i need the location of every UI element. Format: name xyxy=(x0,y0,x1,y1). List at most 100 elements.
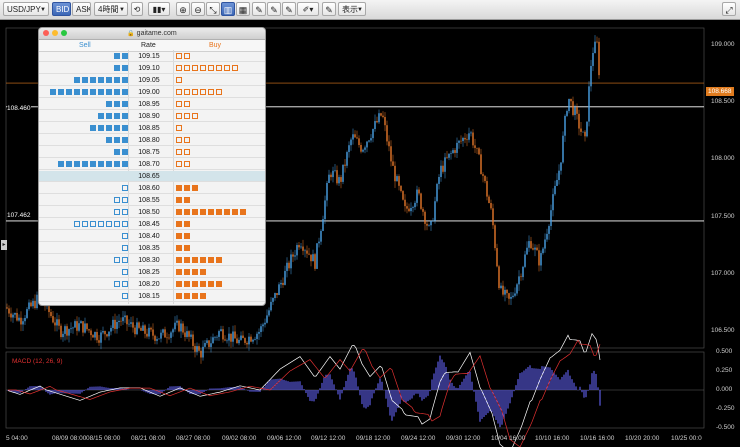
zoom-out-icon[interactable]: ⊖ xyxy=(191,2,205,16)
rate-value: 108.95 xyxy=(138,101,160,108)
sell-order-block xyxy=(122,293,128,299)
candle-body xyxy=(382,115,384,117)
maximize-icon[interactable]: ⤢ xyxy=(722,2,736,16)
candle-body xyxy=(570,98,572,102)
close-icon[interactable] xyxy=(43,30,49,36)
edit-icon[interactable]: ✎ xyxy=(322,2,336,16)
current-price-label: 108.668 xyxy=(706,87,734,96)
candle-body xyxy=(126,315,128,325)
candle-body xyxy=(6,307,8,309)
orderbook-row: 108.85 xyxy=(39,123,265,134)
candle-body xyxy=(442,165,444,172)
candle-body xyxy=(384,116,386,126)
candle-body xyxy=(160,332,162,339)
zoom-in-icon[interactable]: ⊕ xyxy=(176,2,190,16)
buy-order-block xyxy=(192,269,198,275)
candle-body xyxy=(302,246,304,251)
candle-body xyxy=(370,138,372,141)
candle-body xyxy=(146,333,148,337)
buy-order-block xyxy=(192,293,198,299)
orderbook-row: 108.65 xyxy=(39,171,265,182)
candle-body xyxy=(394,165,396,182)
candle-body xyxy=(480,154,482,175)
sell-order-block xyxy=(82,89,88,95)
candle-body xyxy=(546,233,548,240)
candle-body xyxy=(598,41,600,76)
buy-order-block xyxy=(184,149,190,155)
candle-body xyxy=(102,331,104,333)
candle-body xyxy=(222,329,224,340)
rate-header: Rate xyxy=(141,42,156,49)
display-menu[interactable]: 表示 ▼ xyxy=(338,2,366,16)
sell-order-block xyxy=(66,89,72,95)
candle-body xyxy=(584,131,586,137)
candle-body xyxy=(214,337,216,338)
candle-body xyxy=(260,326,262,332)
candle-body xyxy=(254,339,256,340)
candle-body xyxy=(398,176,400,186)
orderbook-row: 109.05 xyxy=(39,75,265,86)
sell-order-block xyxy=(74,89,80,95)
candle-body xyxy=(516,284,518,294)
candle-body xyxy=(150,327,152,330)
chart-type-button[interactable]: ▮▮▾ xyxy=(148,2,170,16)
collapse-handle[interactable]: ▸ xyxy=(1,240,7,250)
candle-body xyxy=(280,282,282,285)
sell-order-block xyxy=(122,101,128,107)
macd-tick-label: -0.500 xyxy=(716,424,735,431)
candle-body xyxy=(172,329,174,333)
x-tick-label: 09/02 08:00 xyxy=(222,435,257,442)
timeframe-select[interactable]: 4時間 ▼ xyxy=(94,2,128,16)
candle-body xyxy=(240,335,242,340)
candle-body xyxy=(178,320,180,332)
buy-order-block xyxy=(176,185,182,191)
draw-tool-3-icon[interactable]: ✎ xyxy=(282,2,296,16)
sell-order-block xyxy=(82,221,88,227)
candle-body xyxy=(74,321,76,328)
candle-body xyxy=(116,322,118,329)
rate-value: 108.40 xyxy=(138,233,160,240)
candle-body xyxy=(436,183,438,202)
candle-body xyxy=(208,340,210,347)
buy-order-block xyxy=(184,293,190,299)
ask-button[interactable]: ASK xyxy=(72,2,91,16)
buy-order-block xyxy=(192,113,198,119)
y-tick-label: 107.500 xyxy=(711,212,735,220)
orderbook-row: 108.60 xyxy=(39,183,265,194)
sell-order-block xyxy=(114,281,120,287)
candle-body xyxy=(318,241,320,244)
candle-body xyxy=(332,170,334,178)
layout-icon[interactable]: ▥ xyxy=(221,2,235,16)
candle-body xyxy=(508,293,510,299)
minimize-icon[interactable] xyxy=(52,30,58,36)
display-label: 表示 xyxy=(342,5,358,14)
candle-body xyxy=(532,248,534,250)
sell-order-block xyxy=(114,77,120,83)
draw-tool-2-icon[interactable]: ✎ xyxy=(267,2,281,16)
grid-icon[interactable]: ▦ xyxy=(236,2,250,16)
draw-tool-icon[interactable]: ✎ xyxy=(252,2,266,16)
candle-body xyxy=(354,134,356,138)
sell-order-block xyxy=(122,89,128,95)
rate-value: 109.00 xyxy=(138,89,160,96)
candle-body xyxy=(154,335,156,341)
candle-body xyxy=(558,170,560,181)
candle-body xyxy=(414,202,416,208)
candle-body xyxy=(488,196,490,204)
buy-order-block xyxy=(176,269,182,275)
candle-body xyxy=(16,312,18,321)
time-back-button[interactable]: ⟲ xyxy=(131,2,143,16)
candle-body xyxy=(504,289,506,295)
bid-button[interactable]: BID xyxy=(52,2,71,16)
sell-order-block xyxy=(114,161,120,167)
symbol-select[interactable]: USD/JPY ▼ xyxy=(3,2,49,16)
sell-order-block xyxy=(74,221,80,227)
fit-icon[interactable]: ⤡ xyxy=(206,2,220,16)
candle-body xyxy=(270,301,272,311)
pen-dropdown[interactable]: ✐▾ xyxy=(297,2,319,16)
zoom-icon[interactable] xyxy=(61,30,67,36)
sell-order-block xyxy=(98,89,104,95)
candle-body xyxy=(122,317,124,322)
buy-order-block xyxy=(176,233,182,239)
candle-body xyxy=(170,332,172,338)
